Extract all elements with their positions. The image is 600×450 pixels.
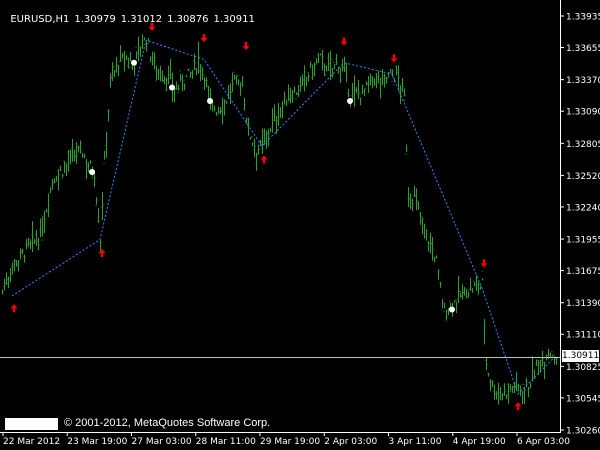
y-tick-label: 1.31110 xyxy=(566,331,600,341)
up-arrow-icon xyxy=(98,248,106,257)
signal-markers xyxy=(10,22,522,411)
y-tick-label: 1.32240 xyxy=(566,203,600,213)
up-arrow-icon xyxy=(260,155,268,164)
y-tick-label: 1.32520 xyxy=(566,172,600,182)
x-tick-label: 23 Mar 19:00 xyxy=(67,437,127,447)
x-tick-label: 3 Apr 11:00 xyxy=(389,437,442,447)
x-tick-label: 6 Apr 03:00 xyxy=(517,437,570,447)
down-arrow-icon xyxy=(242,41,250,50)
current-price-tag: 1.30911 xyxy=(562,350,600,362)
x-tick-label: 2 Apr 03:00 xyxy=(324,437,377,447)
x-axis: 22 Mar 2012 23 Mar 19:00 27 Mar 03:00 28 Ma… xyxy=(2,432,570,447)
symbol-label: EURUSD,H1 xyxy=(10,14,70,25)
y-tick-label: 1.33655 xyxy=(566,44,600,54)
x-tick-label: 28 Mar 11:00 xyxy=(196,437,256,447)
down-arrow-icon xyxy=(200,34,208,43)
x-tick-label: 22 Mar 2012 xyxy=(3,437,60,447)
x-tick-label: 27 Mar 03:00 xyxy=(132,437,192,447)
y-tick-label: 1.33090 xyxy=(566,108,600,118)
open-value: 1.30979 xyxy=(74,14,116,25)
low-value: 1.30876 xyxy=(167,14,209,25)
y-tick-label: 1.33935 xyxy=(566,13,600,23)
copyright-logo-box xyxy=(5,418,58,430)
down-arrow-icon xyxy=(480,259,488,268)
y-axis: 1.33935 1.33655 1.33370 1.33090 1.32805 1.325… xyxy=(560,13,600,437)
y-tick-label: 1.31675 xyxy=(566,267,600,277)
y-tick-label: 1.31955 xyxy=(566,236,600,246)
high-value: 1.31012 xyxy=(120,14,163,25)
y-tick-label: 1.31390 xyxy=(566,299,600,309)
signal-dot xyxy=(169,84,175,91)
signal-dot xyxy=(131,59,137,66)
price-chart[interactable]: 1.33935 1.33655 1.33370 1.33090 1.32805 1.325… xyxy=(0,0,600,450)
copyright-text: © 2001-2012, MetaQuotes Software Corp. xyxy=(64,417,271,429)
signal-dot xyxy=(449,306,455,313)
y-tick-label: 1.30545 xyxy=(566,394,600,404)
up-arrow-icon xyxy=(514,402,522,411)
chart-header: EURUSD,H1 1.30979 1.31012 1.30876 1.30911 xyxy=(4,3,260,25)
up-arrow-icon xyxy=(10,304,18,313)
signal-dot xyxy=(207,98,213,105)
x-tick-label: 29 Mar 19:00 xyxy=(260,437,320,447)
y-tick-label: 1.32805 xyxy=(566,140,600,150)
down-arrow-icon xyxy=(340,37,348,46)
x-tick-label: 4 Apr 19:00 xyxy=(453,437,506,447)
close-value: 1.30911 xyxy=(213,14,255,25)
ohlc-bars xyxy=(1,34,558,405)
signal-dot xyxy=(89,169,95,176)
y-tick-label: 1.30825 xyxy=(566,363,600,373)
y-tick-label: 1.30260 xyxy=(566,427,600,437)
signal-dot xyxy=(347,98,353,105)
down-arrow-icon xyxy=(390,54,398,63)
y-tick-label: 1.33370 xyxy=(566,76,600,86)
